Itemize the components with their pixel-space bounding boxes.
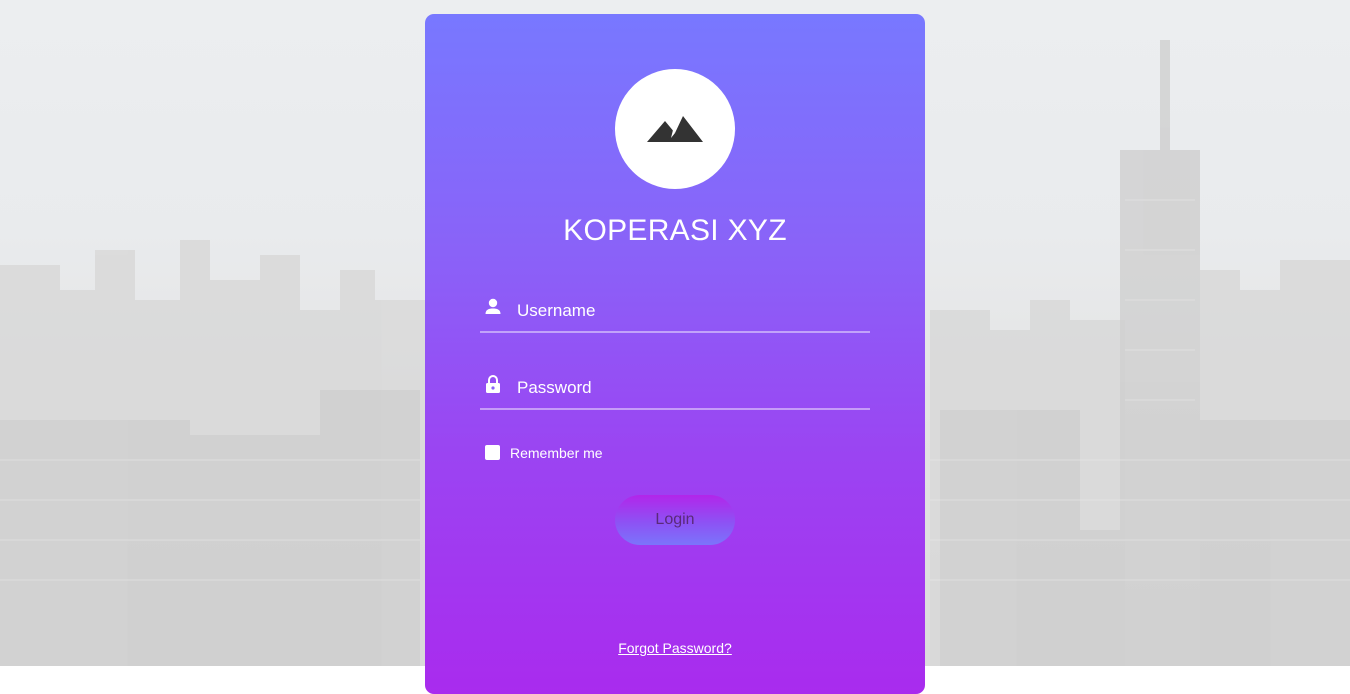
username-field[interactable]: Username <box>480 291 870 333</box>
username-placeholder: Username <box>517 301 596 320</box>
password-placeholder: Password <box>517 378 592 397</box>
login-card: KOPERASI XYZ Username Password Remember … <box>425 14 925 694</box>
login-button[interactable]: Login <box>615 495 735 545</box>
mountain-icon <box>647 116 703 142</box>
forgot-password-link[interactable]: Forgot Password? <box>425 640 925 656</box>
remember-label: Remember me <box>510 445 603 461</box>
logo-avatar <box>615 69 735 189</box>
user-icon <box>485 298 501 314</box>
remember-checkbox[interactable] <box>485 445 500 460</box>
page-title: KOPERASI XYZ <box>563 214 787 247</box>
lock-icon <box>486 375 500 393</box>
password-field[interactable]: Password <box>480 368 870 410</box>
